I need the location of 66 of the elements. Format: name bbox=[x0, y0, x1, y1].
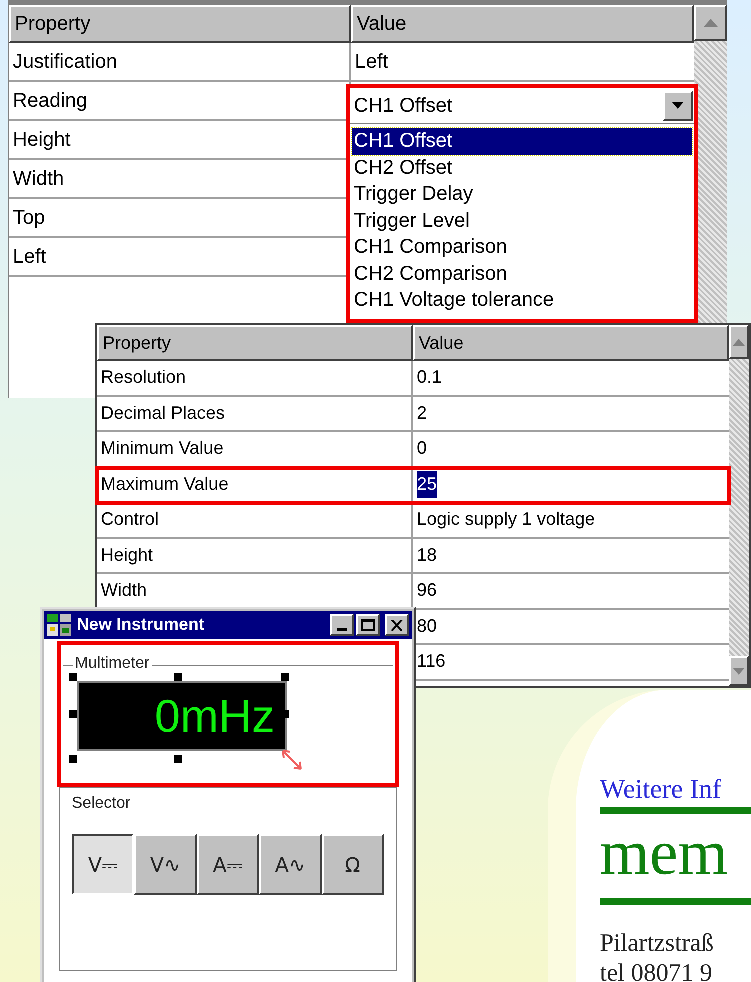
phone-text: tel 08071 9 bbox=[600, 959, 714, 982]
caret-icon bbox=[672, 102, 684, 109]
table-cell-text: 18 bbox=[417, 544, 438, 567]
dropdown-field[interactable]: CH1 Offset bbox=[350, 88, 694, 124]
resize-handle[interactable] bbox=[281, 673, 289, 681]
table-cell-text: 116 bbox=[417, 650, 446, 674]
column-header[interactable]: Value bbox=[413, 325, 729, 361]
down-arrow-icon bbox=[733, 668, 745, 674]
column-header[interactable]: Property bbox=[97, 325, 413, 361]
table-cell-text: 2 bbox=[417, 402, 428, 425]
selector-button[interactable]: V∿ bbox=[134, 834, 197, 895]
table-cell-text: Resolution bbox=[101, 366, 186, 390]
table-cell-text: 0.1 bbox=[417, 366, 442, 390]
maximize-icon bbox=[361, 618, 375, 632]
field-value: CH1 Offset bbox=[354, 94, 454, 118]
table-cell-text: Maximum Value bbox=[101, 472, 229, 496]
dropdown-option[interactable]: CH1 Offset bbox=[352, 128, 692, 154]
dropdown-option[interactable]: CH1 Voltage tolerance bbox=[352, 287, 692, 314]
selector-button[interactable]: A∿ bbox=[259, 834, 322, 895]
up-arrow-icon bbox=[704, 19, 718, 27]
table-cell-text: Width bbox=[101, 579, 148, 602]
app-icon bbox=[47, 614, 71, 636]
resize-handle[interactable] bbox=[174, 673, 182, 681]
selector-button[interactable]: A⎓ bbox=[196, 834, 260, 895]
close-icon bbox=[391, 620, 403, 630]
selector-button[interactable]: V⎓ bbox=[72, 834, 134, 895]
group-label: Selector bbox=[72, 794, 132, 814]
table-cell-text: 96 bbox=[417, 579, 438, 602]
close-button[interactable] bbox=[385, 614, 409, 636]
scrollbar[interactable] bbox=[729, 325, 749, 686]
dropdown-option[interactable]: Trigger Level bbox=[352, 208, 692, 234]
scroll-down-button[interactable] bbox=[729, 656, 749, 686]
table-cell-text: Height bbox=[101, 544, 154, 567]
dropdown-option[interactable]: CH1 Comparison bbox=[352, 234, 692, 260]
resize-arrow-icon bbox=[281, 749, 303, 771]
table-cell-text: Minimum Value bbox=[101, 437, 224, 460]
column-header[interactable]: Property bbox=[9, 5, 351, 43]
resize-handle[interactable] bbox=[174, 755, 182, 763]
resize-handle[interactable] bbox=[69, 673, 77, 681]
up-arrow-icon bbox=[733, 338, 745, 346]
table-cell-text: Decimal Places bbox=[101, 402, 226, 425]
dropdown-option[interactable]: Trigger Delay bbox=[352, 181, 692, 208]
selector-button[interactable]: Ω bbox=[322, 834, 384, 895]
minimize-icon bbox=[337, 628, 347, 631]
company-name: mem bbox=[600, 816, 729, 890]
resize-handle[interactable] bbox=[69, 710, 77, 718]
maximize-button[interactable] bbox=[356, 614, 380, 636]
window-title: New Instrument bbox=[77, 614, 206, 636]
dropdown-list[interactable]: CH1 Offset CH1 Offset CH2 Offset Trigger Delay Trigger Level CH1 Comparison CH2 Comparison CH1 Voltage tolerance bbox=[346, 84, 698, 323]
dropdown-option[interactable]: CH2 Comparison bbox=[352, 260, 692, 287]
table-cell-text: Control bbox=[101, 508, 160, 532]
minimize-button[interactable] bbox=[330, 614, 354, 636]
table-cell-text: 80 bbox=[417, 614, 438, 638]
table-cell-text: 0 bbox=[417, 437, 428, 460]
scroll-up-button[interactable] bbox=[729, 325, 749, 359]
table-cell: 25 bbox=[417, 470, 438, 498]
scroll-up-button[interactable] bbox=[694, 5, 727, 41]
table-cell-text: Logic supply 1 voltage bbox=[417, 508, 596, 532]
dropdown-option[interactable]: CH2 Offset bbox=[352, 154, 692, 181]
table-cell: Justification bbox=[9, 43, 351, 82]
dropdown-button[interactable] bbox=[663, 90, 693, 120]
resize-handle[interactable] bbox=[69, 755, 77, 763]
column-header[interactable]: Value bbox=[351, 5, 694, 43]
address-text: Pilartzstraß bbox=[600, 929, 715, 959]
brochure-heading: Weitere Inf bbox=[600, 773, 722, 806]
meter-display: 0mHz bbox=[77, 681, 287, 751]
